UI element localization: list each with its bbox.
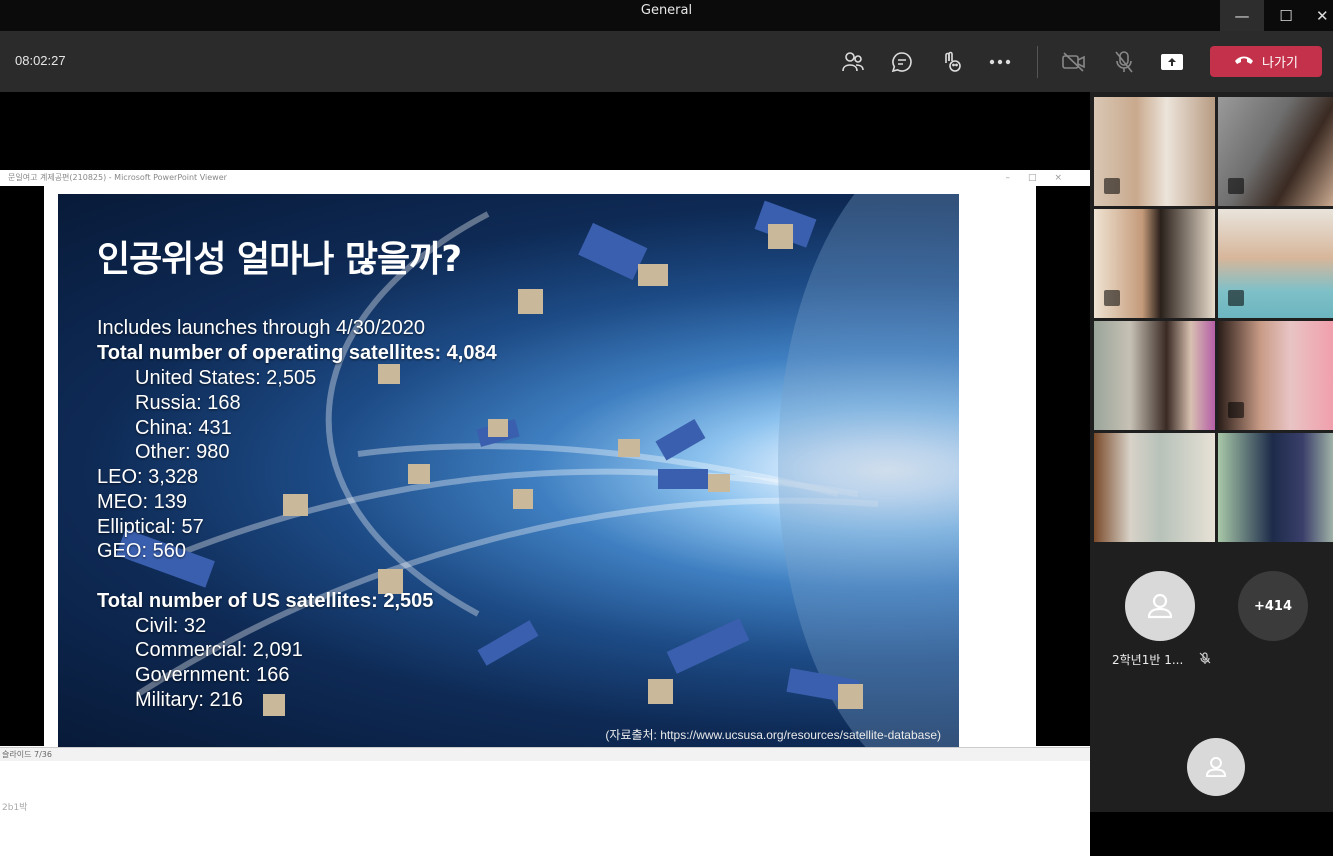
ppt-window-controls[interactable]: –□× [1005,170,1080,186]
slide-line: Commercial: 2,091 [135,639,303,661]
video-tile[interactable] [1094,433,1215,542]
toolbar-divider [1037,46,1038,78]
bottom-caption: 2b1박 [2,803,28,813]
video-tile[interactable] [1218,209,1333,318]
person-icon [1205,756,1227,778]
ppt-status-bar: 슬라이드 7/36 [0,747,1090,761]
ppt-left-margin [0,186,44,746]
close-button[interactable]: ✕ [1306,0,1333,31]
slide-line: China: 431 [135,417,232,439]
leave-label: 나가기 [1262,56,1298,71]
powerpoint-viewer-window: 문일여고 계제공편(210825) - Microsoft PowerPoint… [0,170,1090,856]
participant-badge [1104,178,1120,194]
participant-badge [1228,178,1244,194]
video-tile[interactable] [1218,433,1333,542]
slide: 인공위성 얼마나 많을까? Includes launches through … [58,194,959,747]
ppt-window-title: 문일여고 계제공편(210825) - Microsoft PowerPoint… [8,173,227,182]
person-icon [1147,593,1173,619]
slide-line: Total number of US satellites: 2,505 [97,590,434,612]
window-titlebar: General — ☐ ✕ [0,0,1333,31]
slide-line: United States: 2,505 [135,367,317,389]
video-tile[interactable] [1218,321,1333,430]
participant-avatar[interactable] [1125,571,1195,641]
meeting-timer: 08:02:27 [15,53,66,68]
slide-line: MEO: 139 [97,491,188,513]
slide-line: Civil: 32 [135,615,207,637]
mic-off-icon[interactable] [1111,49,1137,75]
meeting-toolbar: 08:02:27 나가기 [0,31,1333,92]
more-icon[interactable] [987,49,1013,75]
participant-badge [1228,290,1244,306]
slide-line: LEO: 3,328 [97,466,199,488]
share-screen-icon[interactable] [1159,49,1185,75]
slide-line: Military: 216 [135,689,243,711]
window-title: General [640,3,693,18]
more-participants-button[interactable]: +414 [1238,571,1308,641]
slide-line: Russia: 168 [135,392,241,414]
leave-button[interactable]: 나가기 [1210,46,1322,77]
slide-source: (자료출처: https://www.ucsusa.org/resources/… [605,728,941,742]
slide-line: Government: 166 [135,664,290,686]
camera-off-icon[interactable] [1061,49,1087,75]
video-tile[interactable] [1094,97,1215,206]
maximize-button[interactable]: ☐ [1264,0,1308,31]
chat-icon[interactable] [889,49,915,75]
slide-line: Other: 980 [135,441,230,463]
muted-mic-icon [1199,652,1211,667]
participant-badge [1104,290,1120,306]
phone-hangup-icon [1234,54,1254,69]
participant-gallery: +414 2학년1반 1... [1090,92,1333,812]
self-avatar[interactable] [1187,738,1245,796]
reactions-icon[interactable] [938,49,964,75]
participant-name: 2학년1반 1... [1112,651,1211,668]
people-icon[interactable] [840,49,866,75]
video-tile[interactable] [1094,209,1215,318]
video-tile-active-speaker[interactable] [1094,321,1215,430]
video-tile[interactable] [1218,97,1333,206]
slide-heading: 인공위성 얼마나 많을까? [97,239,462,280]
shared-content-stage: 문일여고 계제공편(210825) - Microsoft PowerPoint… [0,92,1090,856]
slide-line: Total number of operating satellites: 4,… [97,342,497,364]
slide-line: Elliptical: 57 [97,516,204,538]
participant-badge [1228,402,1244,418]
slide-line: GEO: 560 [97,540,186,562]
slide-line: Includes launches through 4/30/2020 [97,317,426,339]
participant-name-label: 2학년1반 1... [1112,653,1184,667]
ppt-right-margin [1036,186,1090,746]
minimize-button[interactable]: — [1220,0,1264,31]
